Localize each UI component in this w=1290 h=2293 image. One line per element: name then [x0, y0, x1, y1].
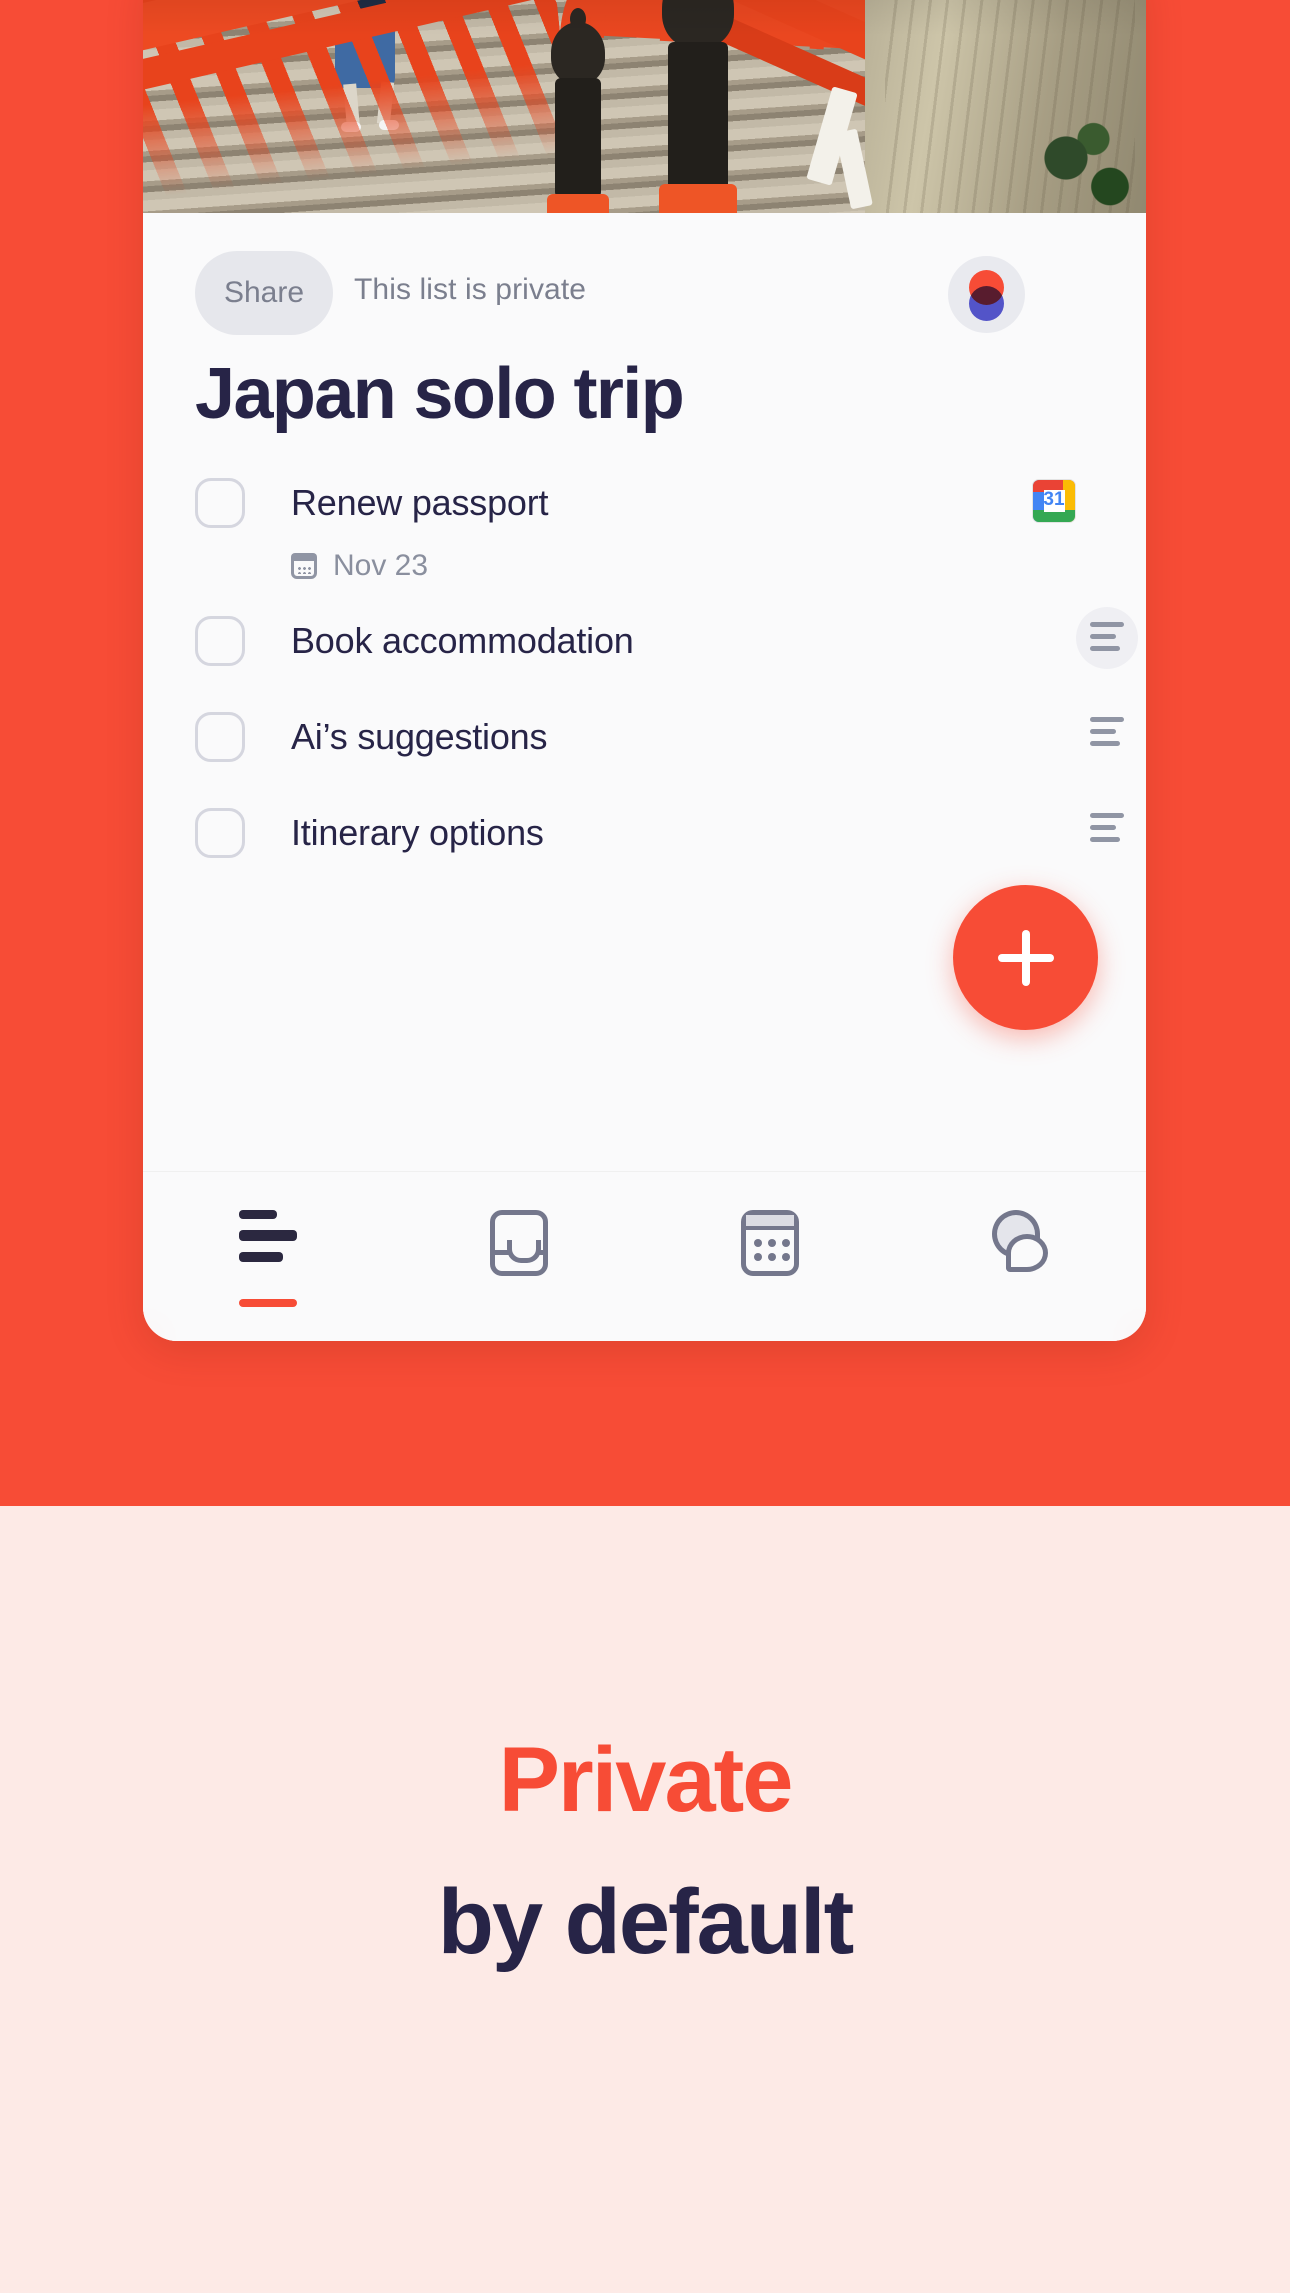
inbox-icon — [490, 1210, 549, 1276]
task-label: Ai’s suggestions — [291, 716, 548, 757]
chat-icon — [990, 1210, 1052, 1276]
task-checkbox[interactable] — [195, 808, 245, 858]
google-calendar-day: 31 — [1043, 489, 1065, 510]
task-label: Itinerary options — [291, 812, 544, 853]
add-task-button[interactable] — [953, 885, 1098, 1030]
app-content-area: Share This list is private Japan solo tr… — [143, 213, 1146, 1341]
task-checkbox[interactable] — [195, 616, 245, 666]
privacy-status-label: This list is private — [354, 273, 587, 306]
task-label: Book accommodation — [291, 620, 634, 661]
nav-chat[interactable] — [895, 1172, 1146, 1341]
share-button[interactable]: Share — [195, 251, 333, 335]
list-cover-photo — [143, 0, 1146, 213]
calendar-icon — [291, 553, 317, 579]
page-title: Japan solo trip — [195, 354, 685, 434]
drag-handle-icon[interactable] — [1076, 607, 1138, 669]
nav-lists[interactable] — [143, 1172, 394, 1341]
table-row[interactable]: Itinerary options — [143, 785, 1146, 881]
task-due-date: Nov 23 — [333, 549, 429, 582]
active-tab-indicator — [239, 1299, 298, 1307]
app-screenshot-card: Share This list is private Japan solo tr… — [143, 0, 1146, 1341]
photo-overlay-shade — [143, 0, 1146, 213]
table-row[interactable]: Renew passport 31 Nov 23 — [143, 455, 1146, 593]
avatar-dot-bottom — [969, 286, 1004, 321]
table-row[interactable]: Book accommodation — [143, 593, 1146, 689]
task-label: Renew passport — [291, 482, 549, 523]
promo-headline-line-2: by default — [437, 1871, 854, 1973]
share-row: Share This list is private — [143, 251, 1146, 335]
drag-handle-icon[interactable] — [1090, 717, 1126, 753]
promo-headline-line-1: Private — [498, 1729, 794, 1831]
avatar[interactable] — [948, 256, 1025, 333]
task-list: Renew passport 31 Nov 23 Book accommodat… — [143, 455, 1146, 881]
bottom-navigation-bar — [143, 1171, 1146, 1341]
task-checkbox[interactable] — [195, 478, 245, 528]
list-icon — [239, 1210, 298, 1273]
task-checkbox[interactable] — [195, 712, 245, 762]
nav-calendar[interactable] — [645, 1172, 896, 1341]
drag-handle-icon[interactable] — [1090, 813, 1126, 849]
nav-inbox[interactable] — [394, 1172, 645, 1341]
calendar-icon — [740, 1210, 799, 1276]
google-calendar-icon[interactable]: 31 — [1032, 479, 1076, 523]
table-row[interactable]: Ai’s suggestions — [143, 689, 1146, 785]
plus-icon — [1021, 929, 1030, 986]
